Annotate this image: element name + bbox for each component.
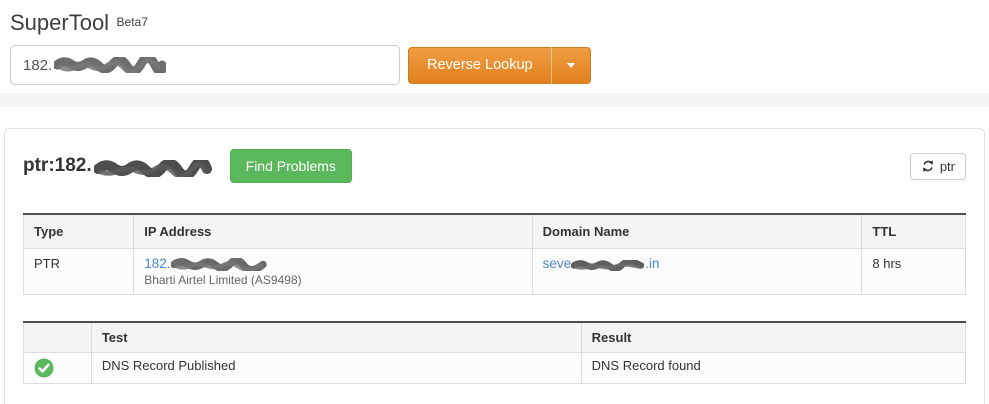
- redacted-text: [171, 258, 268, 271]
- top-area: SuperTool Beta7 182. Reverse Lookup: [0, 0, 989, 85]
- ip-owner-label: Bharti Airtel Limited (AS9498): [144, 273, 302, 287]
- refresh-icon: [922, 160, 933, 172]
- beta-badge: Beta7: [116, 15, 148, 29]
- redacted-text: [571, 260, 645, 271]
- domain-name-link[interactable]: seve .in: [542, 256, 660, 271]
- test-status-cell: [23, 352, 92, 384]
- record-table: Type IP Address Domain Name TTL PTR 182.: [22, 213, 966, 295]
- col-header-domain-name: Domain Name: [531, 214, 863, 249]
- col-header-ip-address: IP Address: [133, 214, 533, 249]
- ptr-heading-text: ptr:182.: [23, 155, 92, 176]
- col-header-type: Type: [22, 214, 135, 249]
- ptr-query-heading: ptr:182.: [23, 155, 212, 177]
- table-row: PTR 182. Bharti Airtel Limited (AS9498) …: [22, 248, 966, 295]
- lookup-dropdown-button[interactable]: [550, 46, 591, 84]
- test-table-header-row: Test Result: [23, 322, 967, 353]
- refresh-button-label: ptr: [939, 158, 955, 174]
- record-ttl-cell: 8 hrs: [861, 248, 966, 295]
- ip-address-link[interactable]: 182.: [144, 256, 170, 271]
- chevron-down-icon: [566, 62, 575, 68]
- domain-prefix: seve: [542, 256, 572, 271]
- col-header-status: [23, 322, 92, 353]
- redacted-text: [93, 159, 212, 177]
- results-panel: ptr:182. Find Problems ptr Type IP Addre…: [4, 128, 985, 404]
- result-heading-row: ptr:182. Find Problems ptr: [23, 149, 966, 183]
- search-input[interactable]: 182.: [10, 45, 400, 85]
- test-table: Test Result DNS Record Published DNS Rec…: [23, 321, 967, 384]
- domain-suffix: .in: [645, 256, 660, 271]
- test-name-cell: DNS Record Published: [90, 352, 582, 384]
- record-domain-cell: seve .in: [531, 248, 863, 295]
- refresh-ptr-button[interactable]: ptr: [909, 152, 966, 180]
- search-row: 182. Reverse Lookup: [10, 45, 989, 85]
- col-header-test: Test: [90, 322, 582, 353]
- record-table-header-row: Type IP Address Domain Name TTL: [22, 214, 966, 249]
- reverse-lookup-button[interactable]: Reverse Lookup: [408, 46, 551, 84]
- record-ip-cell: 182. Bharti Airtel Limited (AS9498): [133, 248, 533, 295]
- divider-band: [0, 93, 989, 107]
- app-title: SuperTool: [10, 10, 110, 35]
- lookup-button-group: Reverse Lookup: [408, 45, 591, 85]
- col-header-ttl: TTL: [861, 214, 966, 249]
- redacted-text: [54, 57, 167, 73]
- pass-status-icon: [34, 358, 54, 378]
- col-header-result: Result: [580, 322, 967, 353]
- brand-line: SuperTool Beta7: [10, 10, 989, 39]
- table-row: DNS Record Published DNS Record found: [23, 352, 967, 384]
- record-type-cell: PTR: [22, 248, 135, 295]
- test-result-cell: DNS Record found: [580, 352, 967, 384]
- find-problems-button[interactable]: Find Problems: [229, 149, 352, 183]
- search-input-value: 182.: [23, 56, 53, 74]
